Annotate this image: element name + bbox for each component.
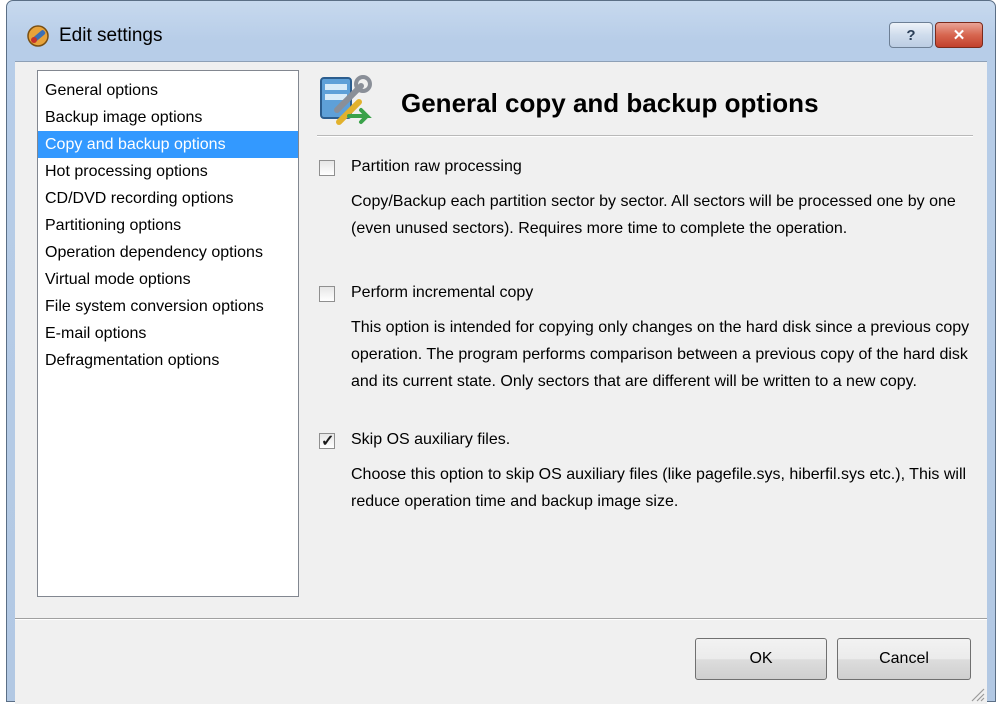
header-divider — [317, 135, 973, 137]
checkbox[interactable]: ✓ — [319, 433, 335, 450]
options-category-list[interactable]: General options Backup image options Copy … — [37, 70, 299, 597]
copy-backup-tools-icon — [320, 75, 372, 125]
ok-button[interactable]: OK — [695, 638, 827, 680]
settings-app-icon — [27, 25, 49, 47]
list-item[interactable]: CD/DVD recording options — [38, 185, 298, 212]
page-header: General copy and backup options — [315, 70, 975, 136]
edit-settings-window: Edit settings ? ✕ General options Backup … — [6, 0, 996, 704]
dialog-body: General options Backup image options Copy … — [15, 61, 987, 704]
checkbox[interactable] — [319, 160, 335, 176]
option-description: Choose this option to skip OS auxiliary … — [351, 466, 967, 510]
help-button[interactable]: ? — [889, 22, 933, 48]
option-description: Copy/Backup each partition sector by sec… — [351, 193, 956, 237]
close-button[interactable]: ✕ — [935, 22, 983, 48]
option-label[interactable]: Perform incremental copy — [351, 284, 533, 302]
list-item[interactable]: Defragmentation options — [38, 347, 298, 374]
option-label[interactable]: Partition raw processing — [351, 158, 522, 176]
cancel-button[interactable]: Cancel — [837, 638, 971, 680]
list-item[interactable]: Hot processing options — [38, 158, 298, 185]
list-item[interactable]: Copy and backup options — [38, 131, 298, 158]
checkbox-check-icon: ✓ — [321, 433, 335, 450]
title-bar[interactable]: Edit settings ? ✕ — [7, 1, 995, 61]
list-item[interactable]: Backup image options — [38, 104, 298, 131]
checkbox[interactable] — [319, 286, 335, 302]
list-item[interactable]: General options — [38, 77, 298, 104]
option-description: This option is intended for copying only… — [351, 319, 970, 390]
window-title: Edit settings — [59, 25, 163, 46]
close-icon: ✕ — [952, 27, 966, 44]
list-item[interactable]: Operation dependency options — [38, 239, 298, 266]
list-item[interactable]: Partitioning options — [38, 212, 298, 239]
help-icon: ? — [906, 26, 916, 44]
list-item[interactable]: File system conversion options — [38, 293, 298, 320]
option-label[interactable]: Skip OS auxiliary files. — [351, 431, 510, 449]
resize-grip-icon[interactable] — [969, 686, 985, 702]
page-title: General copy and backup options — [401, 88, 819, 118]
list-item[interactable]: Virtual mode options — [38, 266, 298, 293]
list-item[interactable]: E-mail options — [38, 320, 298, 347]
footer-divider — [15, 618, 987, 620]
